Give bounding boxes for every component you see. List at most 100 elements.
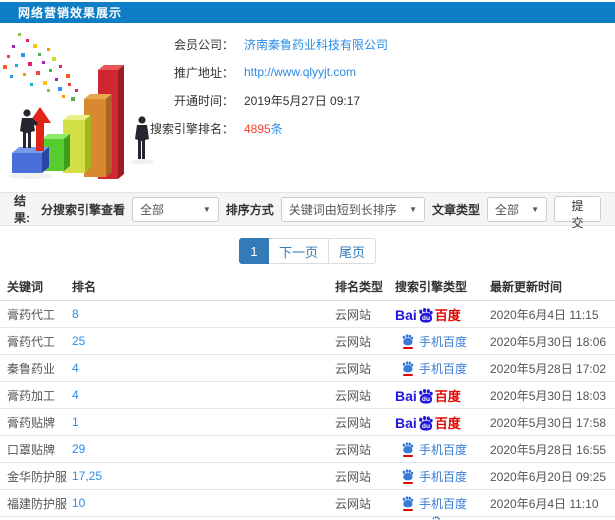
rank-link[interactable]: 25 xyxy=(72,334,85,348)
engine-type-cell: Bai du 百度 xyxy=(395,414,490,431)
rank-link[interactable]: 10 xyxy=(72,496,85,510)
pagination-next-button[interactable]: 下一页 xyxy=(267,238,329,264)
chevron-down-icon: ▼ xyxy=(409,204,417,214)
baidu-paw-icon xyxy=(402,495,414,507)
promo-url-row: 推广地址： http://www.qlyyjt.com xyxy=(138,58,388,86)
rank-link[interactable]: 8 xyxy=(72,307,79,321)
rank-link[interactable]: 4 xyxy=(72,388,79,402)
mobile-baidu-label: 手机百度 xyxy=(419,442,468,457)
engine-type-cell: Bai du 百度 xyxy=(395,468,490,485)
logo-underline xyxy=(402,346,413,349)
engine-view-selected-value: 全部 xyxy=(139,202,164,217)
engine-type-cell: Bai du 百度 xyxy=(395,360,490,377)
rank-link[interactable]: 29 xyxy=(72,442,85,456)
rank-type-cell: 云网站 xyxy=(335,388,372,403)
col-header-updated: 最新更新时间 xyxy=(490,279,563,294)
mobile-baidu-logo-icon: 手机百度 xyxy=(401,468,467,485)
updated-time-cell: 2020年5月30日 18:06 xyxy=(490,334,607,349)
svg-text:du: du xyxy=(422,315,430,322)
open-time-label: 开通时间： xyxy=(173,93,234,108)
baidu-paw-icon xyxy=(402,468,414,480)
engine-type-cell: Bai du 百度 xyxy=(395,306,490,323)
member-info-panel: 会员公司： 济南秦鲁药业科技有限公司 推广地址： http://www.qlyy… xyxy=(138,30,388,142)
updated-time-cell: 2020年5月28日 16:55 xyxy=(490,442,607,457)
col-header-engine-type: 搜索引擎类型 xyxy=(395,279,468,294)
results-filter-bar: 结果: 分搜索引擎查看 全部 ▼ 排序方式 关键词由短到长排序 ▼ 文章类型 全… xyxy=(0,192,615,230)
mobile-baidu-logo-icon: 手机百度 xyxy=(401,360,467,377)
col-header-keyword: 关键词 xyxy=(7,279,44,294)
table-header-row: 关键词 排名 排名类型 搜索引擎类型 最新更新时间 xyxy=(0,272,615,301)
pagination-page-1[interactable]: 1 xyxy=(238,238,269,264)
promo-url-label: 推广地址： xyxy=(173,65,234,80)
keyword-cell: 膏药代工 xyxy=(7,334,56,349)
rank-link[interactable]: 17,25 xyxy=(72,469,102,483)
open-time-value: 2019年5月27日 09:17 xyxy=(244,93,361,108)
engine-rank-value: 4895条 xyxy=(244,120,283,137)
pagination-last-button[interactable]: 尾页 xyxy=(328,238,377,264)
submit-button[interactable]: 提交 xyxy=(554,196,602,230)
article-type-select[interactable]: 全部 ▼ xyxy=(487,196,548,222)
baidu-paw-icon: du xyxy=(418,415,433,431)
updated-time-cell: 2020年5月28日 17:02 xyxy=(490,361,607,376)
keyword-cell: 金华防护服 xyxy=(7,469,68,484)
logo-underline xyxy=(402,454,413,457)
baidu-pc-logo-icon: Bai du 百度 xyxy=(395,306,461,323)
keyword-cell: 口罩贴牌 xyxy=(7,442,56,457)
mobile-baidu-label: 手机百度 xyxy=(419,469,468,484)
updated-time-cell: 2020年6月4日 11:10 xyxy=(490,496,599,511)
svg-text:du: du xyxy=(422,396,430,403)
svg-text:du: du xyxy=(422,423,430,430)
keyword-ranking-table: 关键词 排名 排名类型 搜索引擎类型 最新更新时间 膏药代工 8 云网站 Bai… xyxy=(0,272,615,517)
engine-type-cell: Bai du 百度 xyxy=(395,333,490,350)
updated-time-cell: 2020年5月30日 18:03 xyxy=(490,388,607,403)
rank-link[interactable]: 4 xyxy=(72,361,79,375)
baidu-paw-icon xyxy=(402,360,414,372)
keyword-cell: 福建防护服 xyxy=(7,496,68,511)
keyword-cell: 膏药加工 xyxy=(7,388,56,403)
mobile-baidu-label: 手机百度 xyxy=(419,361,468,376)
marketing-report-page: 网络营销效果展示 会员公司： 济南秦鲁药业科技有限公司 推广地址： http:/… xyxy=(0,0,615,520)
table-row: 口罩贴牌 29 云网站 Bai du 百度 xyxy=(0,436,615,463)
baidu-pc-logo-icon: Bai du 百度 xyxy=(395,414,461,431)
table-row: 福建防护服 10 云网站 Bai du 百度 xyxy=(0,490,615,517)
rank-link[interactable]: 1 xyxy=(72,415,79,429)
mobile-baidu-logo-icon: 手机百度 xyxy=(401,441,467,458)
keyword-cell: 秦鲁药业 xyxy=(7,361,56,376)
logo-underline xyxy=(402,508,413,511)
pagination: 1 下一页 尾页 xyxy=(0,238,615,264)
sort-selected-value: 关键词由短到长排序 xyxy=(288,202,397,217)
promo-url-link[interactable]: http://www.qlyyjt.com xyxy=(244,65,356,79)
article-type-selected-value: 全部 xyxy=(495,202,520,217)
engine-rank-label: 搜索引擎排名： xyxy=(149,121,234,136)
rank-type-cell: 云网站 xyxy=(335,361,372,376)
baidu-paw-icon xyxy=(402,333,414,345)
article-type-filter-label: 文章类型 xyxy=(432,202,481,217)
rank-count: 4895 xyxy=(244,121,271,136)
mobile-baidu-logo-icon: 手机百度 xyxy=(401,333,467,350)
rank-type-cell: 云网站 xyxy=(335,496,372,511)
table-row: 金华防护服 17,25 云网站 Bai du 百度 xyxy=(0,463,615,490)
rank-type-cell: 云网站 xyxy=(335,415,372,430)
table-row: 秦鲁药业 4 云网站 Bai du 百度 xyxy=(0,355,615,382)
open-time-row: 开通时间： 2019年5月27日 09:17 xyxy=(138,86,388,114)
engine-type-cell: Bai du 百度 xyxy=(395,441,490,458)
baidu-paw-icon: du xyxy=(418,307,433,323)
updated-time-cell: 2020年5月30日 17:58 xyxy=(490,415,607,430)
rank-type-cell: 云网站 xyxy=(335,442,372,457)
engine-view-select[interactable]: 全部 ▼ xyxy=(131,196,219,222)
table-row: 膏药代工 25 云网站 Bai du 百度 xyxy=(0,328,615,355)
member-company-link[interactable]: 济南秦鲁药业科技有限公司 xyxy=(244,36,388,53)
engine-view-filter-label: 分搜索引擎查看 xyxy=(40,202,125,217)
keyword-cell: 膏药贴牌 xyxy=(7,415,56,430)
logo-underline xyxy=(402,373,413,376)
chevron-down-icon: ▼ xyxy=(202,204,211,214)
chevron-down-icon: ▼ xyxy=(531,204,540,214)
summary-section: 会员公司： 济南秦鲁药业科技有限公司 推广地址： http://www.qlyy… xyxy=(0,23,615,191)
member-company-row: 会员公司： 济南秦鲁药业科技有限公司 xyxy=(138,30,388,58)
engine-type-cell: Bai du 百度 xyxy=(395,388,490,404)
table-row: 膏药代工 8 云网站 Bai du 百度 2020年6月4日 11:15 xyxy=(0,301,615,328)
table-row: 膏药加工 4 云网站 Bai du 百度 2020年5月30日 18:03 xyxy=(0,382,615,409)
confetti-dots xyxy=(3,33,78,101)
engine-type-cell: Bai du 百度 xyxy=(395,495,490,512)
sort-select[interactable]: 关键词由短到长排序 ▼ xyxy=(280,196,425,222)
